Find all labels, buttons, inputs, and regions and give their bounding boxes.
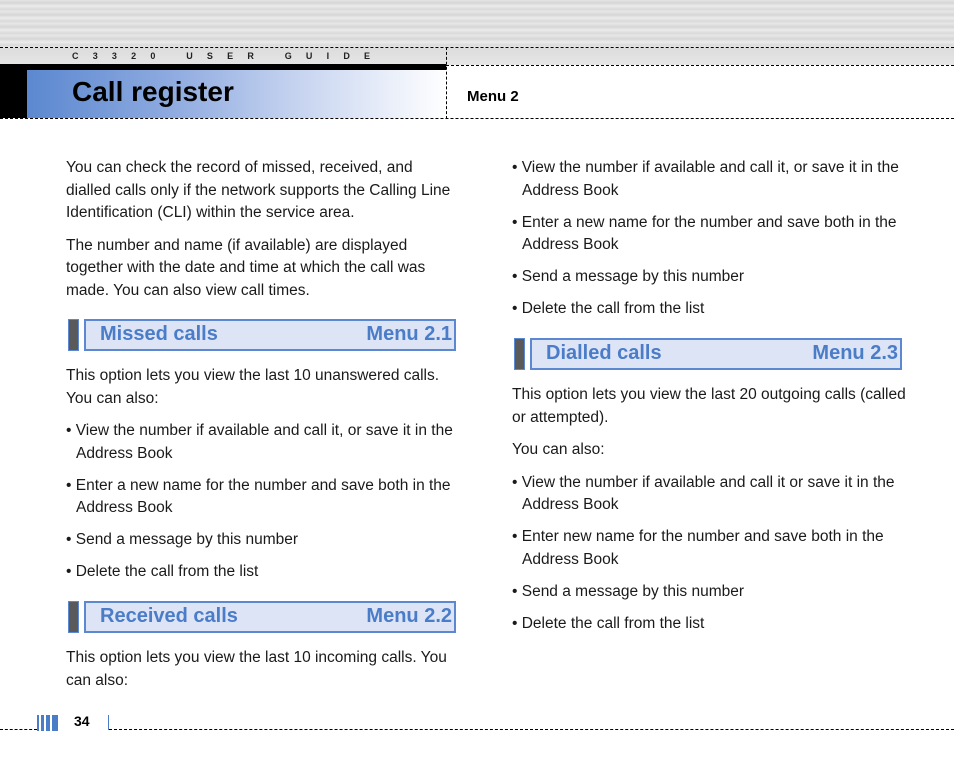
- received-calls-content: This option lets you view the last 10 in…: [66, 647, 461, 702]
- section-box: Received calls Menu 2.2: [84, 601, 456, 633]
- header-divider-top: [0, 47, 954, 48]
- section-marker: [68, 319, 79, 351]
- section-box: Dialled calls Menu 2.3: [530, 338, 902, 370]
- title-side-block: [0, 64, 27, 118]
- section-title: Dialled calls: [546, 342, 662, 364]
- section-description: This option lets you view the last 10 in…: [66, 649, 447, 689]
- list-item: • Send a message by this number: [512, 268, 745, 285]
- list-item: • Delete the call from the list: [512, 614, 705, 632]
- missed-calls-content: This option lets you view the last 10 un…: [66, 365, 461, 593]
- section-title: Missed calls: [100, 323, 218, 345]
- section-description: This option lets you view the last 20 ou…: [512, 386, 906, 426]
- section-menu-number: Menu 2.2: [366, 605, 452, 627]
- section-marker: [514, 338, 525, 370]
- header-divider-vertical: [446, 47, 447, 119]
- list-item: • View the number if available and call …: [512, 473, 895, 514]
- section-header-received-calls: Received calls Menu 2.2: [68, 601, 456, 633]
- received-calls-bullets: • View the number if available and call …: [512, 157, 907, 330]
- guide-label: C3320 USER GUIDE: [72, 51, 385, 61]
- list-item: • Enter a new name for the number and sa…: [512, 213, 897, 254]
- menu-label: Menu 2: [467, 88, 519, 105]
- section-description: This option lets you view the last 10 un…: [66, 367, 440, 407]
- list-item: • View the number if available and call …: [66, 422, 453, 462]
- header-divider-bottom: [0, 118, 954, 119]
- list-item: • Enter new name for the number and save…: [512, 528, 884, 568]
- section-menu-number: Menu 2.1: [366, 323, 452, 345]
- list-item: • Delete the call from the list: [512, 300, 705, 317]
- intro-paragraph: The number and name (if available) are d…: [66, 236, 426, 299]
- intro-paragraph: You can check the record of missed, rece…: [66, 159, 451, 221]
- section-header-dialled-calls: Dialled calls Menu 2.3: [514, 338, 902, 370]
- page-tick: [108, 715, 109, 730]
- footer-divider-left: [0, 729, 37, 730]
- page-bars-icon: [37, 715, 61, 731]
- section-menu-number: Menu 2.3: [812, 342, 898, 364]
- page-number: 34: [74, 713, 90, 729]
- page-title: Call register: [72, 76, 234, 107]
- section-header-missed-calls: Missed calls Menu 2.1: [68, 319, 456, 351]
- also-label: You can also:: [512, 441, 605, 458]
- section-marker: [68, 601, 79, 633]
- list-item: • Send a message by this number: [512, 582, 745, 600]
- header-divider-right: [446, 65, 954, 66]
- intro-text: You can check the record of missed, rece…: [66, 157, 461, 312]
- list-item: • Send a message by this number: [66, 531, 299, 548]
- dialled-calls-content: This option lets you view the last 20 ou…: [512, 384, 907, 645]
- section-title: Received calls: [100, 605, 238, 627]
- list-item: • Enter a new name for the number and sa…: [66, 476, 451, 517]
- section-box: Missed calls Menu 2.1: [84, 319, 456, 351]
- footer-divider-right: [109, 729, 954, 730]
- list-item: • Delete the call from the list: [66, 563, 259, 580]
- list-item: • View the number if available and call …: [512, 159, 899, 199]
